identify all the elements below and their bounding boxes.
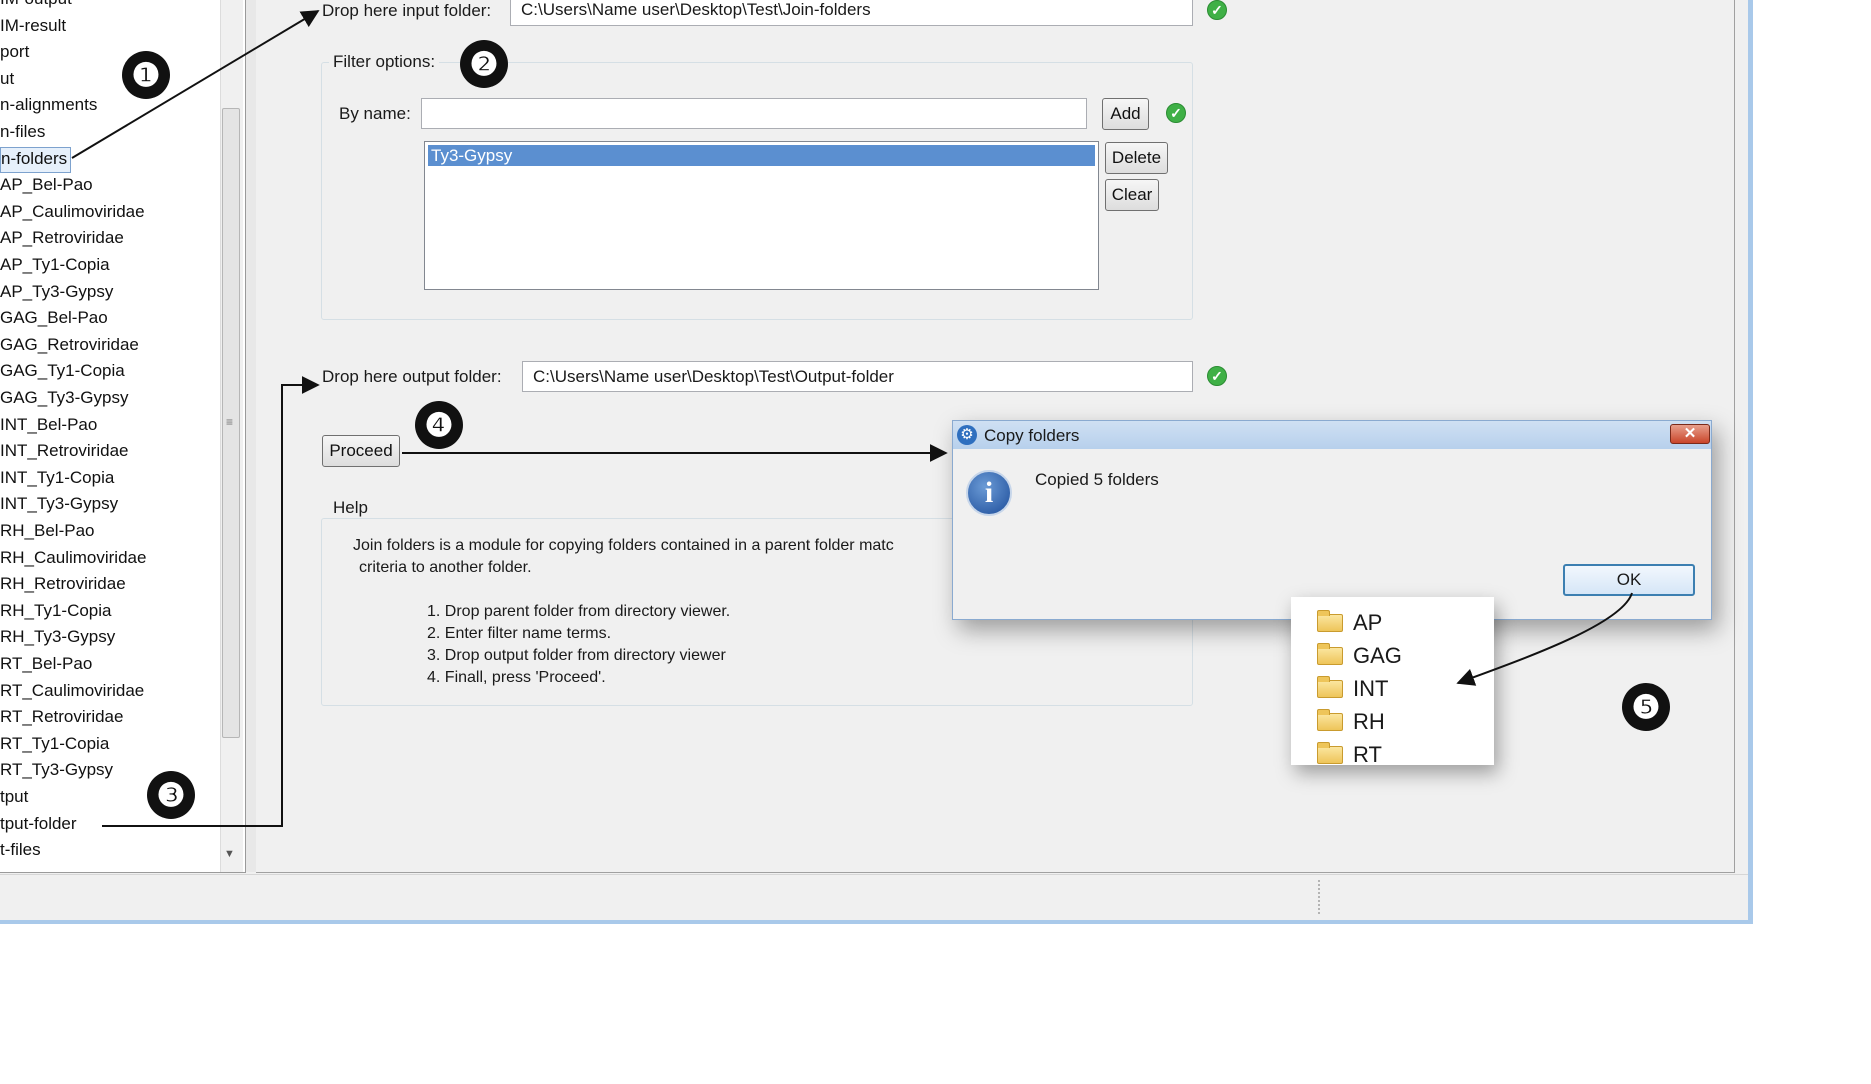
folder-label: GAG [1353, 643, 1402, 668]
add-button[interactable]: Add [1102, 98, 1149, 130]
tree-item[interactable]: RT_Ty1-Copia [0, 732, 109, 756]
folder-item: AP [1317, 608, 1382, 638]
tree-item[interactable]: RH_Retroviridae [0, 572, 126, 596]
tree-item[interactable]: RT_Ty3-Gypsy [0, 758, 113, 782]
status-bar [0, 874, 1748, 920]
splitter[interactable] [246, 0, 256, 872]
folder-icon [1317, 709, 1343, 731]
tree-item[interactable]: RH_Ty3-Gypsy [0, 625, 115, 649]
tree-item[interactable]: n-folders [0, 146, 72, 173]
scroll-down-icon[interactable]: ▼ [224, 848, 235, 860]
folder-item: RH [1317, 707, 1385, 737]
tree-item[interactable]: INT_Retroviridae [0, 439, 129, 463]
tree-item[interactable]: ut [0, 67, 14, 91]
folder-label: RT [1353, 742, 1382, 767]
folder-item: GAG [1317, 641, 1402, 671]
by-name-input[interactable] [421, 98, 1087, 129]
clear-button[interactable]: Clear [1105, 179, 1159, 211]
help-step-1: 1. Drop parent folder from directory vie… [427, 603, 731, 620]
output-folder-label: Drop here output folder: [322, 367, 502, 386]
tree-item[interactable]: RT_Bel-Pao [0, 652, 92, 676]
step-badge-3: ❸ [147, 771, 195, 819]
folder-item: RT [1317, 740, 1382, 770]
folder-label: INT [1353, 676, 1389, 701]
tree-item[interactable]: INT_Bel-Pao [0, 413, 97, 437]
tree-item[interactable]: RT_Retroviridae [0, 705, 123, 729]
tree-item[interactable]: RH_Bel-Pao [0, 519, 95, 543]
help-step-2: 2. Enter filter name terms. [427, 625, 612, 642]
folder-label: AP [1353, 610, 1383, 635]
by-name-label: By name: [339, 104, 411, 123]
output-folder-field[interactable]: C:\Users\Name user\Desktop\Test\Output-f… [522, 361, 1193, 392]
tree-item[interactable]: AP_Ty3-Gypsy [0, 280, 113, 304]
folder-icon [1317, 742, 1343, 764]
help-legend: Help [329, 498, 372, 518]
step-badge-4: ❹ [415, 401, 463, 449]
tree-item[interactable]: RH_Ty1-Copia [0, 599, 112, 623]
input-valid-check-icon: ✓ [1207, 0, 1227, 20]
copied-folders-list: AP GAG INT RH RT [1291, 597, 1494, 767]
dialog-title: Copy folders [984, 426, 1080, 445]
list-item-selected[interactable]: Ty3-Gypsy [428, 145, 1095, 166]
tree-item[interactable]: AP_Retroviridae [0, 226, 124, 250]
tree-item[interactable]: RT_Caulimoviridae [0, 679, 144, 703]
tree-item[interactable]: IM-result [0, 14, 66, 38]
filter-valid-check-icon: ✓ [1166, 103, 1186, 123]
input-folder-label: Drop here input folder: [322, 1, 492, 20]
tree-item[interactable]: IM-output [0, 0, 72, 11]
tree-item[interactable]: AP_Caulimoviridae [0, 200, 145, 224]
directory-tree[interactable]: IM-output IM-resultport utn-alignments n-fi… [0, 0, 246, 873]
status-bar-separator [1318, 880, 1322, 914]
tree-item[interactable]: GAG_Ty1-Copia [0, 359, 125, 383]
tree-item[interactable]: AP_Bel-Pao [0, 173, 93, 197]
scroll-grip-icon: ≡ [226, 415, 234, 429]
proceed-button[interactable]: Proceed [322, 435, 400, 467]
tree-item[interactable]: AP_Ty1-Copia [0, 253, 110, 277]
folder-icon [1317, 643, 1343, 665]
tree-item[interactable]: t-files [0, 838, 41, 862]
filter-options-legend: Filter options: [329, 52, 440, 72]
tree-item[interactable]: n-files [0, 120, 45, 144]
step-badge-1: ❶ [122, 51, 170, 99]
tree-item[interactable]: GAG_Ty3-Gypsy [0, 386, 128, 410]
folder-item: INT [1317, 674, 1388, 704]
dialog-message: Copied 5 folders [1035, 470, 1159, 489]
help-text-line1: Join folders is a module for copying fol… [353, 537, 894, 554]
folder-icon [1317, 610, 1343, 632]
tree-item[interactable]: GAG_Bel-Pao [0, 306, 108, 330]
help-step-4: 4. Finall, press 'Proceed'. [427, 669, 606, 686]
dialog-close-button[interactable]: ✕ [1670, 424, 1710, 444]
tree-item[interactable]: INT_Ty3-Gypsy [0, 492, 118, 516]
tree-item[interactable]: n-alignments [0, 93, 97, 117]
help-text-line2: criteria to another folder. [359, 559, 532, 576]
delete-button[interactable]: Delete [1105, 142, 1168, 174]
tree-item[interactable]: port [0, 40, 29, 64]
info-icon: i [966, 470, 1012, 516]
folder-label: RH [1353, 709, 1385, 734]
gear-icon: ⚙ [957, 425, 977, 445]
input-folder-field[interactable]: C:\Users\Name user\Desktop\Test\Join-fol… [510, 0, 1193, 26]
step-badge-5: ❺ [1622, 683, 1670, 731]
output-valid-check-icon: ✓ [1207, 366, 1227, 386]
tree-item[interactable]: tput [0, 785, 28, 809]
tree-item[interactable]: RH_Caulimoviridae [0, 546, 146, 570]
ok-button[interactable]: OK [1563, 564, 1695, 596]
tree-item[interactable]: tput-folder [0, 812, 77, 836]
help-step-3: 3. Drop output folder from directory vie… [427, 647, 726, 664]
folder-icon [1317, 676, 1343, 698]
step-badge-2: ❷ [460, 40, 508, 88]
tree-item[interactable]: GAG_Retroviridae [0, 333, 139, 357]
tree-item[interactable]: INT_Ty1-Copia [0, 466, 114, 490]
